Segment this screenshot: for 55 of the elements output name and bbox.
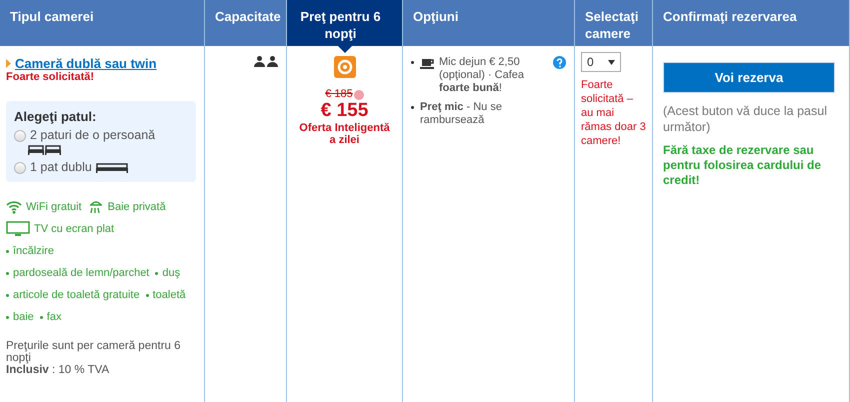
deal-label: Oferta Inteligentă a zilei xyxy=(299,122,390,146)
column-header: Confirmaţi rezervarea xyxy=(653,0,850,46)
two-persons-icon xyxy=(254,56,278,67)
bullet-icon xyxy=(411,106,414,109)
caret-icon xyxy=(608,60,615,64)
help-icon xyxy=(354,90,364,100)
facility-label: articole de toaletă gratuite xyxy=(13,289,140,301)
bullet-icon xyxy=(6,272,9,274)
price-note: Preţurile sunt per cameră pentru 6 nopţi xyxy=(6,340,182,364)
coffee-cup-icon xyxy=(420,56,436,69)
button-hint: (Acest buton vă duce la pasul următor) xyxy=(663,103,828,135)
smart-deal-icon xyxy=(334,56,356,78)
room-count-select[interactable]: 0 xyxy=(581,52,621,72)
demand-label: Foarte solicitată! xyxy=(6,71,96,83)
bed-choice-title: Alegeţi patul: xyxy=(14,109,98,124)
facility-label: duş xyxy=(162,267,180,279)
help-icon xyxy=(553,56,566,69)
column-header: Opţiuni xyxy=(403,0,575,46)
facility-label: încălzire xyxy=(13,245,54,257)
option-text: Mic dejun € 2,50 (opţional) · Cafea foarte bună! xyxy=(439,56,525,95)
shower-icon xyxy=(88,200,104,214)
facility-label: pardoseală de lemn/parchet xyxy=(13,267,150,279)
column-header: Tipul camerei xyxy=(0,0,205,46)
bullet-icon xyxy=(6,294,9,296)
current-price: € 155 xyxy=(320,100,368,122)
column-header: Selectaţi camere xyxy=(575,0,653,46)
bullet-icon xyxy=(146,294,149,296)
reserve-button[interactable]: Voi rezerva xyxy=(663,62,835,93)
bullet-icon xyxy=(411,61,414,64)
double-bed-icon xyxy=(96,162,128,173)
bullet-icon xyxy=(155,272,158,274)
column-header: Capacitate xyxy=(205,0,287,46)
radio-button[interactable] xyxy=(14,130,26,142)
facility-label: fax xyxy=(46,311,62,323)
tv-icon xyxy=(6,221,30,237)
facility-label: Baie privată xyxy=(108,201,166,213)
facility-label: toaletă xyxy=(152,289,186,301)
room-link[interactable]: Cameră dublă sau twin xyxy=(15,56,157,71)
facility-label: baie xyxy=(13,311,34,323)
bed-option-label: 1 pat dublu xyxy=(30,160,92,174)
tax-note: Inclusiv : 10 % TVA xyxy=(6,364,110,376)
twin-beds-icon xyxy=(28,144,61,155)
free-fees-note: Fără taxe de rezervare sau pentru folosirea cardului de credit! xyxy=(663,143,822,188)
bullet-icon xyxy=(40,316,43,318)
triangle-icon xyxy=(6,59,11,68)
old-price: € 185 xyxy=(325,88,353,100)
facility-label: TV cu ecran plat xyxy=(34,223,114,235)
bed-option-label: 2 paturi de o persoană xyxy=(30,128,156,142)
availability-note: Foarte solicitată – au mai rămas doar 3 camere! xyxy=(581,78,646,148)
bullet-icon xyxy=(6,316,9,318)
option-text: Preţ mic - Nu se rambursează xyxy=(420,101,503,127)
facility-label: WiFi gratuit xyxy=(26,201,82,213)
radio-button[interactable] xyxy=(14,162,26,174)
bullet-icon xyxy=(6,250,9,252)
wifi-icon xyxy=(6,200,22,214)
